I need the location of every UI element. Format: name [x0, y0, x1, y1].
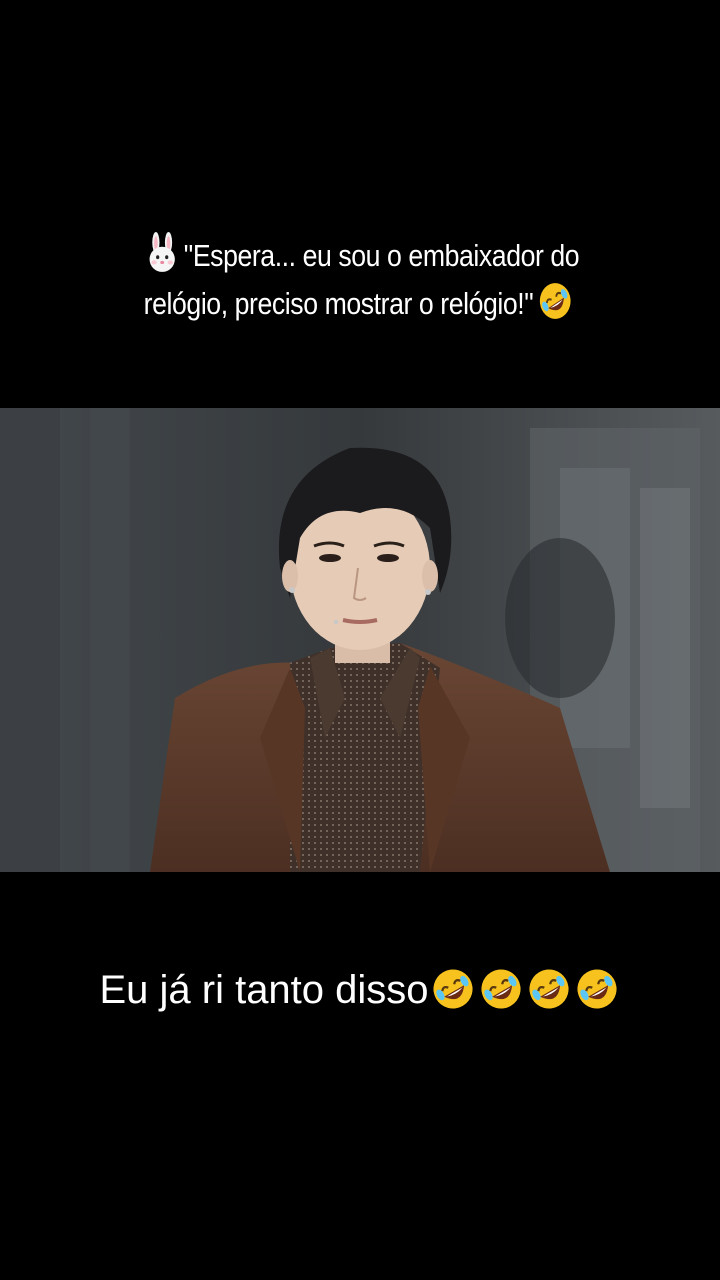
rolling-laughing-icon — [574, 966, 620, 1012]
top-caption-text-1: "Espera... eu sou o embaixador do — [183, 238, 580, 273]
rolling-laughing-icon — [526, 966, 572, 1012]
top-caption-line-1: "Espera... eu sou o embaixador do — [85, 232, 635, 280]
rolling-laughing-icon — [430, 966, 476, 1012]
top-caption-text-2: relógio, preciso mostrar o relógio!" — [143, 286, 534, 321]
top-caption-line-2: relógio, preciso mostrar o relógio!" — [85, 280, 635, 328]
video-still — [0, 408, 720, 872]
video-frame[interactable] — [0, 408, 720, 872]
rabbit-face-icon — [144, 232, 180, 274]
rolling-laughing-icon — [478, 966, 524, 1012]
bottom-caption-text: Eu já ri tanto disso — [99, 968, 429, 1012]
rolling-laughing-icon — [537, 280, 573, 322]
top-caption: "Espera... eu sou o embaixador do relógi… — [85, 232, 635, 328]
bottom-caption: Eu já ri tanto disso — [30, 962, 690, 1018]
